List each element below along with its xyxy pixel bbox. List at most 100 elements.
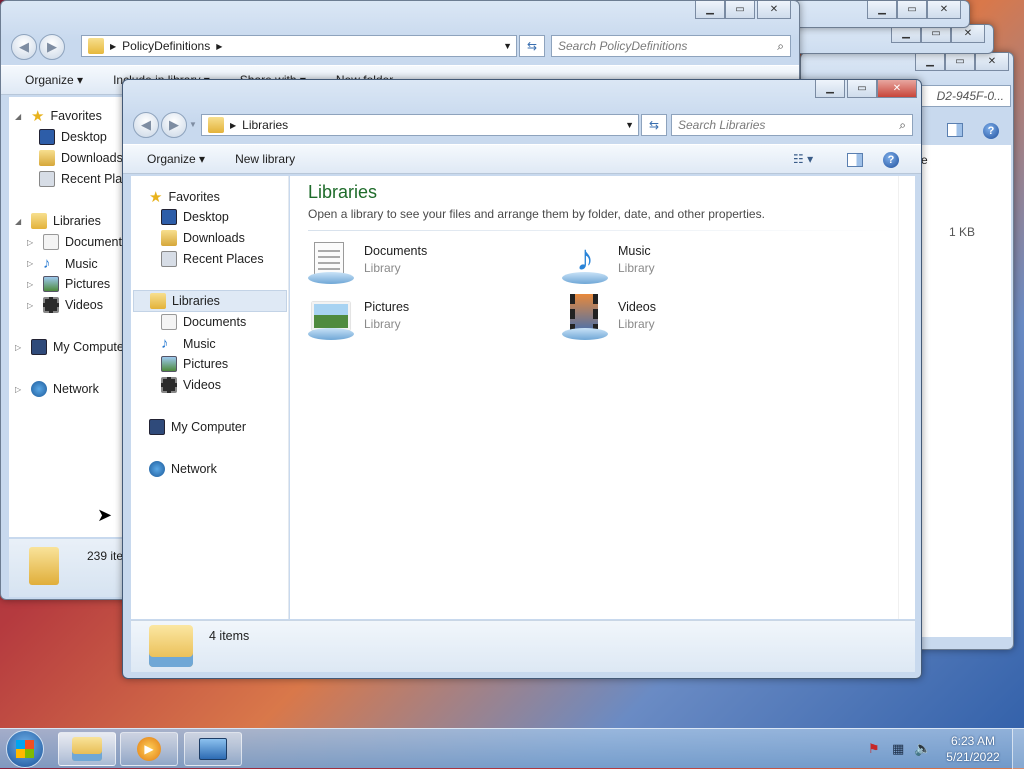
expand-arrow-icon[interactable]: ▷ bbox=[15, 343, 25, 352]
address-fragment: D2-945F-0... bbox=[936, 89, 1004, 103]
back-button[interactable]: ◀ bbox=[11, 34, 37, 60]
close-button[interactable]: ✕ bbox=[757, 1, 791, 19]
maximize-button[interactable]: ▭ bbox=[897, 1, 927, 19]
close-button[interactable]: ✕ bbox=[877, 80, 917, 98]
close-button[interactable]: ✕ bbox=[927, 1, 961, 19]
downloads-icon bbox=[39, 150, 55, 166]
nav-label: Pictures bbox=[65, 277, 111, 291]
organize-button[interactable]: Organize ▾ bbox=[25, 73, 83, 87]
expand-arrow-icon[interactable]: ▷ bbox=[15, 385, 25, 394]
nav-label: Network bbox=[171, 462, 217, 476]
desktop-icon bbox=[39, 129, 55, 145]
library-videos[interactable]: Videos Library bbox=[562, 294, 656, 342]
address-dropdown-icon[interactable]: ▼ bbox=[503, 41, 512, 51]
change-view-icon[interactable]: ☷ ▾ bbox=[793, 152, 813, 166]
maximize-button[interactable]: ▭ bbox=[847, 80, 877, 98]
organize-label: Organize bbox=[25, 73, 74, 87]
address-dropdown-icon[interactable]: ▼ bbox=[625, 120, 634, 130]
search-input[interactable]: Search PolicyDefinitions ⌕ bbox=[551, 35, 791, 57]
recent-places-icon bbox=[39, 171, 55, 187]
desktop-icon bbox=[161, 209, 177, 225]
show-desktop-button[interactable] bbox=[1012, 729, 1024, 769]
nav-recent-places[interactable]: Recent Places bbox=[161, 251, 264, 267]
taskbar-explorer-button[interactable] bbox=[58, 732, 116, 766]
refresh-button[interactable]: ⇆ bbox=[641, 114, 667, 136]
library-documents[interactable]: Documents Library bbox=[308, 238, 427, 286]
back-button[interactable]: ◀ bbox=[133, 112, 159, 138]
nav-downloads[interactable]: Downloads bbox=[161, 230, 245, 246]
libraries-icon bbox=[31, 213, 47, 229]
recent-places-icon bbox=[161, 251, 177, 267]
nav-videos[interactable]: Videos bbox=[161, 377, 221, 393]
volume-icon[interactable]: 🔈 bbox=[914, 740, 931, 757]
library-pictures[interactable]: Pictures Library bbox=[308, 294, 409, 342]
nav-my-computer[interactable]: ▷ My Computer bbox=[15, 339, 128, 355]
network-status-icon[interactable]: ▦ bbox=[892, 741, 904, 757]
help-icon[interactable]: ? bbox=[983, 123, 999, 139]
control-panel-icon bbox=[199, 738, 227, 760]
nav-my-computer[interactable]: My Computer bbox=[149, 419, 246, 435]
forward-button[interactable]: ▶ bbox=[39, 34, 65, 60]
videos-library-icon bbox=[562, 294, 610, 342]
taskbar-media-player-button[interactable]: ▶ bbox=[120, 732, 178, 766]
column-fragment: e bbox=[921, 153, 928, 167]
content-pane: e 1 KB bbox=[921, 145, 1011, 637]
libraries-icon bbox=[208, 117, 224, 133]
action-center-flag-icon[interactable]: ⚑ bbox=[868, 741, 880, 757]
expand-arrow-icon[interactable]: ▷ bbox=[27, 301, 37, 310]
taskbar-control-panel-button[interactable] bbox=[184, 732, 242, 766]
start-button[interactable] bbox=[6, 730, 44, 768]
forward-button[interactable]: ▶ bbox=[161, 112, 187, 138]
library-name: Videos bbox=[618, 300, 656, 314]
minimize-button[interactable]: ▁ bbox=[915, 53, 945, 71]
expand-arrow-icon[interactable]: ▷ bbox=[27, 238, 37, 247]
nav-libraries[interactable]: Libraries bbox=[133, 290, 287, 312]
libraries-large-icon bbox=[149, 625, 193, 667]
nav-label: Documents bbox=[65, 235, 129, 249]
close-button[interactable]: ✕ bbox=[975, 53, 1009, 71]
minimize-button[interactable]: ▁ bbox=[695, 1, 725, 19]
downloads-icon bbox=[161, 230, 177, 246]
nav-videos[interactable]: ▷ Videos bbox=[27, 297, 103, 313]
maximize-button[interactable]: ▭ bbox=[725, 1, 755, 19]
expand-arrow-icon[interactable]: ◢ bbox=[15, 112, 25, 121]
nav-pictures[interactable]: ▷ Pictures bbox=[27, 276, 110, 292]
nav-desktop[interactable]: Desktop bbox=[39, 129, 107, 145]
nav-label: Libraries bbox=[53, 214, 101, 228]
refresh-button[interactable]: ⇆ bbox=[519, 35, 545, 57]
preview-pane-icon[interactable] bbox=[847, 153, 863, 167]
nav-label: Favorites bbox=[50, 109, 102, 123]
nav-documents[interactable]: ▷ Documents bbox=[27, 234, 128, 250]
library-music[interactable]: ♪ Music Library bbox=[562, 238, 655, 286]
nav-favorites[interactable]: ★ Favorites bbox=[149, 188, 220, 206]
minimize-button[interactable]: ▁ bbox=[815, 80, 845, 98]
expand-arrow-icon[interactable]: ▷ bbox=[27, 280, 37, 289]
nav-favorites[interactable]: ◢ ★ Favorites bbox=[15, 107, 102, 125]
nav-music[interactable]: ▷ ♪ Music bbox=[27, 255, 98, 272]
nav-desktop[interactable]: Desktop bbox=[161, 209, 229, 225]
libraries-icon bbox=[150, 293, 166, 309]
nav-documents[interactable]: Documents bbox=[161, 314, 246, 330]
system-clock[interactable]: 6:23 AM 5/21/2022 bbox=[940, 733, 1006, 765]
videos-icon bbox=[43, 297, 59, 313]
nav-music[interactable]: ♪ Music bbox=[161, 335, 216, 352]
expand-arrow-icon[interactable]: ▷ bbox=[27, 259, 37, 268]
search-input[interactable]: Search Libraries ⌕ bbox=[671, 114, 913, 136]
library-type: Library bbox=[364, 261, 401, 275]
recent-pages-dropdown-icon[interactable]: ▼ bbox=[189, 120, 197, 129]
address-bar[interactable]: ▶ PolicyDefinitions ▶ ▼ bbox=[81, 35, 517, 57]
maximize-button[interactable]: ▭ bbox=[945, 53, 975, 71]
vertical-scrollbar[interactable] bbox=[898, 176, 915, 619]
nav-network[interactable]: ▷ Network bbox=[15, 381, 99, 397]
address-bar[interactable]: ▶ Libraries ▼ bbox=[201, 114, 639, 136]
nav-pictures[interactable]: Pictures bbox=[161, 356, 228, 372]
new-library-button[interactable]: New library bbox=[235, 152, 295, 166]
organize-button[interactable]: Organize ▾ bbox=[147, 152, 205, 166]
minimize-button[interactable]: ▁ bbox=[867, 1, 897, 19]
nav-downloads[interactable]: Downloads bbox=[39, 150, 123, 166]
nav-network[interactable]: Network bbox=[149, 461, 217, 477]
nav-libraries[interactable]: ◢ Libraries bbox=[15, 213, 101, 229]
expand-arrow-icon[interactable]: ◢ bbox=[15, 217, 25, 226]
help-icon[interactable]: ? bbox=[883, 152, 899, 168]
preview-pane-icon[interactable] bbox=[947, 123, 963, 137]
